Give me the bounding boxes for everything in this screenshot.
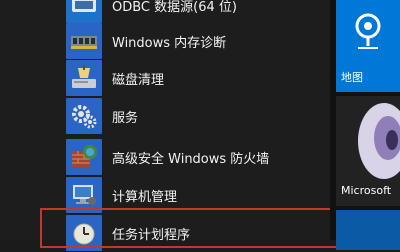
services-gear-icon xyxy=(66,98,102,134)
start-menu-app-list: ODBC 数据源(64 位) Windows 内存诊断 磁盘清理 服务 高级安全… xyxy=(0,0,330,251)
odbc-icon xyxy=(66,0,102,23)
tile-microsoft-edge[interactable]: Microsoft xyxy=(336,96,400,206)
map-pin-icon xyxy=(354,12,382,56)
menu-item-label: 计算机管理 xyxy=(112,189,178,205)
menu-item-memory-diagnostic[interactable]: Windows 内存诊断 xyxy=(66,22,326,60)
disk-cleanup-icon xyxy=(66,60,102,96)
menu-item-label: 高级安全 Windows 防火墙 xyxy=(112,151,270,167)
menu-item-label: 磁盘清理 xyxy=(112,72,165,88)
tile-blue[interactable] xyxy=(336,210,400,250)
tile-label: Microsoft xyxy=(341,184,392,197)
tile-label: 地图 xyxy=(341,71,363,84)
menu-item-disk-cleanup[interactable]: 磁盘清理 xyxy=(66,59,326,97)
tile-maps[interactable]: 地图 xyxy=(336,0,400,92)
menu-item-label: 服务 xyxy=(112,110,139,126)
menu-item-odbc[interactable]: ODBC 数据源(64 位) xyxy=(66,0,326,24)
menu-item-label: Windows 内存诊断 xyxy=(112,35,227,51)
firewall-icon xyxy=(66,139,102,175)
memory-diagnostic-icon xyxy=(66,23,102,59)
menu-item-label: ODBC 数据源(64 位) xyxy=(112,0,237,15)
menu-item-firewall[interactable]: 高级安全 Windows 防火墙 xyxy=(66,138,326,176)
tiles-panel: 地图 Microsoft xyxy=(330,0,400,250)
menu-item-services[interactable]: 服务 xyxy=(66,97,326,135)
